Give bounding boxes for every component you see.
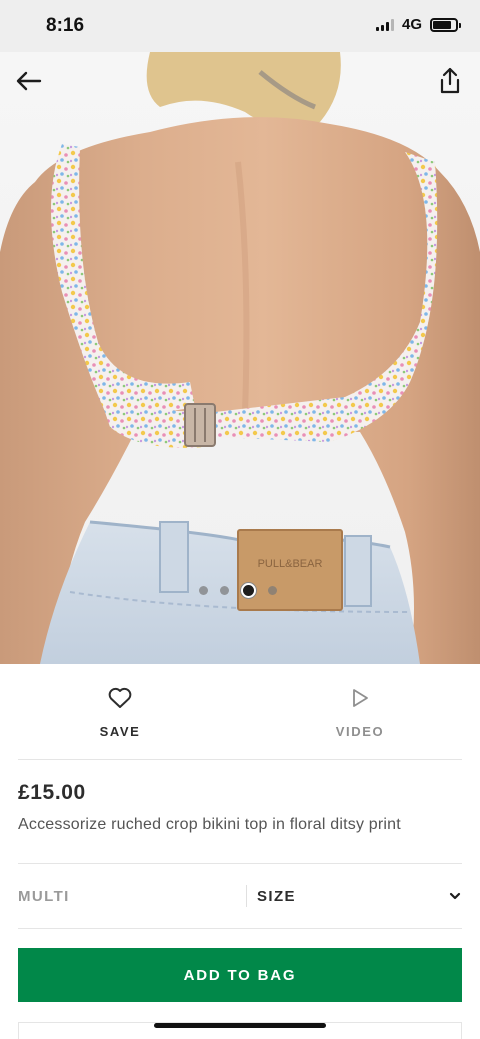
status-indicators: 4G <box>375 16 461 33</box>
battery-icon <box>430 17 461 32</box>
product-photo: PULL&BEAR <box>0 52 480 664</box>
size-dropdown[interactable]: SIZE <box>247 888 462 905</box>
gallery-pagination[interactable] <box>199 583 277 598</box>
product-actions: SAVE VIDEO <box>0 664 480 759</box>
divider <box>18 759 462 760</box>
status-bar: 8:16 4G <box>0 0 480 52</box>
product-image-gallery[interactable]: PULL&BEAR <box>0 52 480 664</box>
home-indicator[interactable] <box>154 1023 326 1028</box>
pagination-dot[interactable] <box>268 586 277 595</box>
save-button[interactable]: SAVE <box>0 664 240 759</box>
add-to-bag-button[interactable]: ADD TO BAG <box>18 948 462 1002</box>
pagination-dot[interactable] <box>199 586 208 595</box>
product-title: Accessorize ruched crop bikini top in fl… <box>18 816 401 833</box>
share-button[interactable] <box>436 66 464 96</box>
video-label: VIDEO <box>335 724 385 739</box>
chevron-down-icon <box>449 892 461 900</box>
pagination-dot-active[interactable] <box>241 583 256 598</box>
pagination-dot[interactable] <box>220 586 229 595</box>
save-label: SAVE <box>99 724 141 739</box>
status-time: 8:16 <box>46 15 85 36</box>
size-label: SIZE <box>257 887 296 905</box>
variant-selectors: MULTI SIZE <box>18 864 462 928</box>
back-arrow-icon <box>16 71 42 91</box>
play-icon <box>353 689 368 707</box>
colour-value: MULTI <box>18 887 70 905</box>
video-button[interactable]: VIDEO <box>240 664 480 759</box>
divider <box>18 928 462 929</box>
share-icon <box>440 67 460 94</box>
heart-icon <box>108 687 132 708</box>
cellular-signal-icon <box>375 18 394 31</box>
network-type: 4G <box>401 16 422 33</box>
brand-tag-text: PULL&BEAR <box>258 558 323 570</box>
product-price: £15.00 <box>18 781 86 804</box>
back-button[interactable] <box>14 66 44 96</box>
